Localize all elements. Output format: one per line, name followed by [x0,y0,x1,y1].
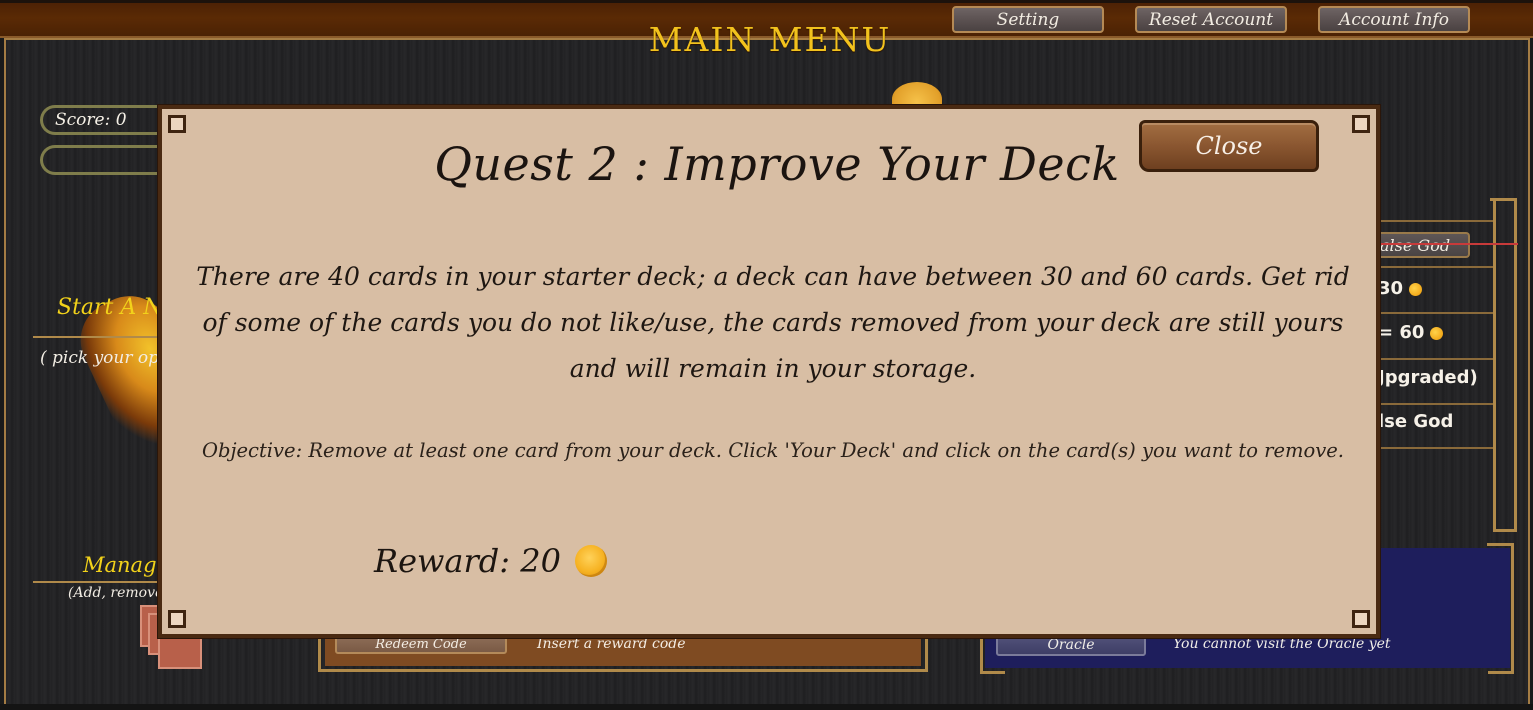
frame-edge [1493,198,1496,532]
reset-account-button[interactable]: Reset Account [1135,6,1287,33]
manage-deck-label[interactable]: Manag [83,553,157,577]
row-divider [1378,403,1493,405]
frame-edge [1511,543,1514,674]
right-panel-row[interactable]: 30 [1378,278,1423,299]
right-panel-row[interactable]: = 60 [1378,322,1444,343]
gold-coin-icon [574,545,607,577]
corner-ornament [1352,610,1370,628]
account-info-button[interactable]: Account Info [1318,6,1470,33]
close-button[interactable]: Close [1139,120,1319,172]
quest-description: There are 40 cards in your starter deck;… [196,262,1350,383]
gold-coin-icon [1409,282,1423,296]
board-bottom-edge [0,704,1533,710]
page-title: MAIN MENU [648,20,892,59]
reward-label: Reward: 20 [374,542,561,580]
divider [33,336,173,338]
start-subtitle: ( pick your op [40,348,160,368]
corner-ornament [168,115,186,133]
right-panel-row[interactable]: lse God [1378,411,1453,432]
strike-line [1378,243,1518,245]
oracle-status: You cannot visit the Oracle yet [1173,636,1391,652]
quest-reward: Reward: 20 [374,542,607,580]
row-divider [1378,220,1493,222]
divider [33,581,173,583]
redeem-code-hint: Insert a reward code [537,636,686,652]
frame-edge [1490,198,1517,201]
top-edge [0,0,1533,3]
start-new-game-label[interactable]: Start A N [57,295,163,320]
row-divider [1378,266,1493,268]
score-text: Score: 0 [55,110,127,130]
gold-coin-icon [1430,326,1444,340]
quest-objective: Objective: Remove at least one card from… [201,439,1345,462]
manage-subtitle: (Add, remove [68,585,164,601]
frame-edge [980,671,1005,674]
frame-edge [1493,529,1517,532]
row-text: = 60 [1378,322,1425,343]
frame-edge [1487,543,1513,546]
row-text: 30 [1378,278,1404,299]
row-divider [1378,447,1493,449]
right-panel-row[interactable]: Jpgraded) [1378,367,1478,388]
corner-ornament [1352,115,1370,133]
setting-button[interactable]: Setting [952,6,1104,33]
false-god-button[interactable]: alse God [1378,232,1470,258]
frame-edge [1488,671,1514,674]
row-divider [1378,312,1493,314]
row-divider [1378,358,1493,360]
corner-ornament [168,610,186,628]
frame-edge [1514,198,1517,532]
quest-modal: Quest 2 : Improve Your Deck Close There … [158,105,1380,638]
